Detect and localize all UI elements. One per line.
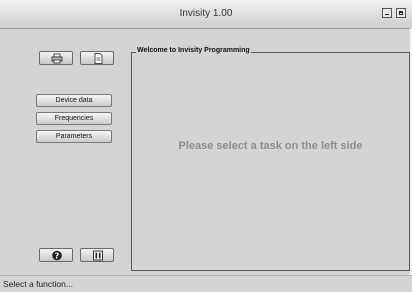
help-button[interactable]: ?: [39, 248, 73, 262]
status-bar: Select a function...: [0, 275, 412, 292]
instruction-message: Please select a task on the left side: [178, 140, 363, 152]
document-button[interactable]: [80, 51, 114, 65]
group-title: Welcome to Invisity Programming: [136, 47, 251, 54]
info-icon: [93, 250, 103, 261]
info-button[interactable]: [80, 248, 114, 262]
print-button[interactable]: [39, 51, 73, 65]
nav-frequencies-button[interactable]: Frequencies: [36, 112, 112, 125]
printer-icon: [51, 53, 63, 64]
status-text: Select a function...: [3, 279, 73, 289]
maximize-icon[interactable]: [396, 8, 406, 18]
help-icon: ?: [52, 250, 62, 261]
window-title: Invisity 1.00: [179, 8, 233, 19]
svg-text:?: ?: [55, 252, 60, 261]
app-window: Invisity 1.00 Device data Frequencies Pa…: [0, 0, 412, 292]
nav-parameters-button[interactable]: Parameters: [36, 130, 112, 143]
document-icon: [94, 53, 103, 64]
title-bar[interactable]: Invisity 1.00: [0, 0, 412, 29]
minimize-icon[interactable]: [382, 8, 392, 18]
nav-device-data-button[interactable]: Device data: [36, 94, 112, 107]
welcome-group: Welcome to Invisity Programming Please s…: [131, 47, 410, 271]
